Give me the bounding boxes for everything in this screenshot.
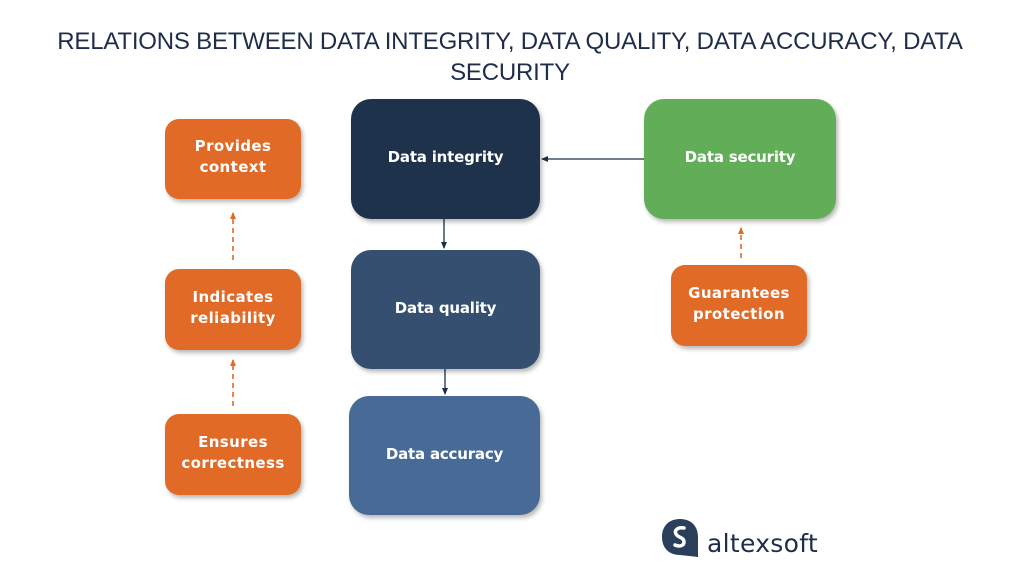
node-data-integrity: Data integrity — [351, 99, 540, 219]
node-label-line: protection — [693, 304, 785, 323]
node-label-line: Provides — [194, 137, 272, 155]
node-data-security: Data security — [644, 99, 836, 219]
altexsoft-logo-icon — [662, 519, 698, 557]
node-label-line: reliability — [190, 308, 276, 327]
node-data-quality: Data quality — [351, 250, 540, 369]
node-label-line: context — [199, 158, 267, 176]
diagram-title: RELATIONS BETWEEN DATA INTEGRITY, DATA Q… — [57, 28, 963, 86]
node-guarantees-protection: Guarantees protection — [671, 265, 807, 346]
node-provides-context: Provides context — [165, 119, 301, 199]
node-label: Data security — [684, 148, 796, 166]
node-label: Data quality — [394, 298, 497, 317]
node-label: Data accuracy — [385, 444, 504, 463]
node-label-line: Guarantees — [688, 283, 790, 302]
node-ensures-correctness: Ensures correctness — [165, 414, 301, 495]
altexsoft-logo: altexsoft — [661, 518, 818, 558]
node-label-line: Ensures — [198, 432, 268, 451]
node-label-line: Indicates — [192, 287, 274, 306]
node-data-accuracy: Data accuracy — [349, 396, 540, 515]
node-indicates-reliability: Indicates reliability — [165, 269, 301, 350]
node-label: Data integrity — [387, 148, 504, 166]
logo-text: altexsoft — [707, 528, 818, 558]
node-label-line: correctness — [181, 453, 285, 472]
